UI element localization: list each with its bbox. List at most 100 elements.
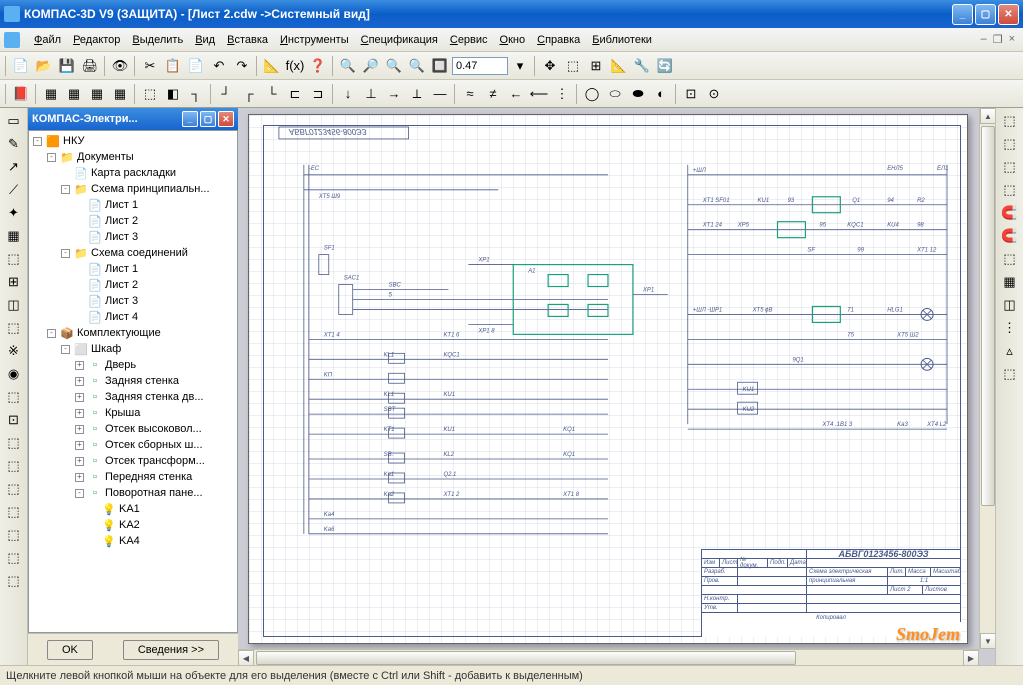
tb2-btn-6[interactable]: ◧: [162, 83, 184, 105]
tree-node-1[interactable]: -📁Документы: [31, 149, 235, 165]
menu-вид[interactable]: Вид: [189, 31, 221, 49]
left-tool-0[interactable]: ▭: [2, 110, 26, 132]
left-tool-6[interactable]: ⬚: [2, 248, 26, 270]
tree-node-7[interactable]: -📁Схема соединений: [31, 245, 235, 261]
tb1-btn-3[interactable]: 🖨: [79, 55, 101, 77]
tree-node-21[interactable]: +▫Передняя стенка: [31, 469, 235, 485]
tb1-btn-8[interactable]: ↶: [208, 55, 230, 77]
tb2-btn-7[interactable]: ┐: [185, 83, 207, 105]
menu-файл[interactable]: Файл: [28, 31, 67, 49]
left-tool-19[interactable]: ⬚: [2, 547, 26, 569]
zoom-dropdown[interactable]: ▾: [509, 55, 531, 77]
tree-view[interactable]: -🟧НКУ-📁Документы📄Карта раскладки-📁Схема …: [28, 130, 238, 633]
menu-инструменты[interactable]: Инструменты: [274, 31, 355, 49]
drawing-canvas[interactable]: АБВГ0123456-800ЭЗ -ECXT5 Ш9 SF1 SAC1 SBC…: [238, 108, 995, 665]
maximize-button[interactable]: ▢: [975, 4, 996, 25]
tree-node-8[interactable]: 📄Лист 1: [31, 261, 235, 277]
tree-node-23[interactable]: 💡KA1: [31, 501, 235, 517]
expand-icon[interactable]: -: [33, 137, 42, 146]
expand-icon[interactable]: -: [47, 153, 56, 162]
doc-minimize-icon[interactable]: –: [981, 33, 987, 46]
right-tool-0[interactable]: ⬚: [998, 110, 1022, 132]
expand-icon[interactable]: +: [75, 441, 84, 450]
tree-node-16[interactable]: +▫Задняя стенка дв...: [31, 389, 235, 405]
expand-icon[interactable]: +: [75, 457, 84, 466]
zoom-btn-1[interactable]: 🔎: [360, 55, 382, 77]
horizontal-scrollbar[interactable]: ◀ ▶: [238, 649, 979, 665]
expand-icon[interactable]: +: [75, 377, 84, 386]
doc-restore-icon[interactable]: ❐: [993, 33, 1003, 46]
menu-вставка[interactable]: Вставка: [221, 31, 274, 49]
tree-node-11[interactable]: 📄Лист 4: [31, 309, 235, 325]
tb2-btn-16[interactable]: ⟂: [406, 83, 428, 105]
scroll-right-button[interactable]: ▶: [963, 650, 979, 665]
right-tool-1[interactable]: ⬚: [998, 133, 1022, 155]
close-button[interactable]: ✕: [998, 4, 1019, 25]
tree-node-3[interactable]: -📁Схема принципиальн...: [31, 181, 235, 197]
tb1-btn-5[interactable]: ✂: [139, 55, 161, 77]
tree-node-9[interactable]: 📄Лист 2: [31, 277, 235, 293]
tb1-btn-9[interactable]: ↷: [231, 55, 253, 77]
info-button[interactable]: Сведения >>: [123, 640, 219, 660]
minimize-button[interactable]: _: [952, 4, 973, 25]
right-tool-7[interactable]: ▦: [998, 271, 1022, 293]
ok-button[interactable]: OK: [47, 640, 93, 660]
tb2-btn-8[interactable]: ┘: [215, 83, 237, 105]
view-btn-0[interactable]: ✥: [539, 55, 561, 77]
expand-icon[interactable]: -: [61, 345, 70, 354]
tb1-btn-10[interactable]: 📐: [261, 55, 283, 77]
right-tool-4[interactable]: 🧲: [998, 202, 1022, 224]
tree-node-25[interactable]: 💡KA4: [31, 533, 235, 549]
tb2-btn-21[interactable]: ⟵: [528, 83, 550, 105]
right-tool-10[interactable]: ▵: [998, 340, 1022, 362]
scroll-up-button[interactable]: ▲: [980, 108, 995, 124]
left-tool-13[interactable]: ⊡: [2, 409, 26, 431]
tree-node-22[interactable]: -▫Поворотная пане...: [31, 485, 235, 501]
right-tool-6[interactable]: ⬚: [998, 248, 1022, 270]
tb2-btn-18[interactable]: ≈: [459, 83, 481, 105]
left-tool-12[interactable]: ⬚: [2, 386, 26, 408]
expand-icon[interactable]: +: [75, 425, 84, 434]
tree-node-19[interactable]: +▫Отсек сборных ш...: [31, 437, 235, 453]
left-tool-11[interactable]: ◉: [2, 363, 26, 385]
tb2-btn-13[interactable]: ↓: [337, 83, 359, 105]
tb2-btn-3[interactable]: ▦: [86, 83, 108, 105]
zoom-input[interactable]: [452, 57, 508, 75]
tb2-btn-25[interactable]: ⬬: [627, 83, 649, 105]
left-tool-5[interactable]: ▦: [2, 225, 26, 247]
zoom-btn-2[interactable]: 🔍: [383, 55, 405, 77]
expand-icon[interactable]: -: [61, 185, 70, 194]
tb2-btn-10[interactable]: └: [261, 83, 283, 105]
tb2-btn-5[interactable]: ⬚: [139, 83, 161, 105]
expand-icon[interactable]: +: [75, 393, 84, 402]
scroll-thumb-h[interactable]: [256, 651, 796, 665]
doc-close-icon[interactable]: ×: [1009, 33, 1015, 46]
expand-icon[interactable]: -: [75, 489, 84, 498]
tree-node-15[interactable]: +▫Задняя стенка: [31, 373, 235, 389]
menu-окно[interactable]: Окно: [494, 31, 532, 49]
right-tool-11[interactable]: ⬚: [998, 363, 1022, 385]
tb2-btn-17[interactable]: ―: [429, 83, 451, 105]
view-btn-4[interactable]: 🔧: [631, 55, 653, 77]
tree-node-0[interactable]: -🟧НКУ: [31, 133, 235, 149]
tb2-btn-11[interactable]: ⊏: [284, 83, 306, 105]
tree-node-24[interactable]: 💡KA2: [31, 517, 235, 533]
tb1-btn-2[interactable]: 💾: [56, 55, 78, 77]
tree-node-10[interactable]: 📄Лист 3: [31, 293, 235, 309]
vertical-scrollbar[interactable]: ▲ ▼: [979, 108, 995, 649]
zoom-btn-3[interactable]: 🔍: [406, 55, 428, 77]
tb1-btn-4[interactable]: 👁: [109, 55, 131, 77]
left-tool-3[interactable]: ⟋: [2, 179, 26, 201]
menu-библиотеки[interactable]: Библиотеки: [586, 31, 658, 49]
left-tool-8[interactable]: ◫: [2, 294, 26, 316]
expand-icon[interactable]: +: [75, 409, 84, 418]
panel-maximize-button[interactable]: ▢: [200, 111, 216, 127]
right-tool-8[interactable]: ◫: [998, 294, 1022, 316]
tb1-btn-7[interactable]: 📄: [185, 55, 207, 77]
view-btn-2[interactable]: ⊞: [585, 55, 607, 77]
right-tool-9[interactable]: ⋮: [998, 317, 1022, 339]
tb2-btn-23[interactable]: ◯: [581, 83, 603, 105]
tb1-btn-11[interactable]: f(x): [284, 55, 306, 77]
tb2-btn-12[interactable]: ⊐: [307, 83, 329, 105]
tree-node-12[interactable]: -📦Комплектующие: [31, 325, 235, 341]
